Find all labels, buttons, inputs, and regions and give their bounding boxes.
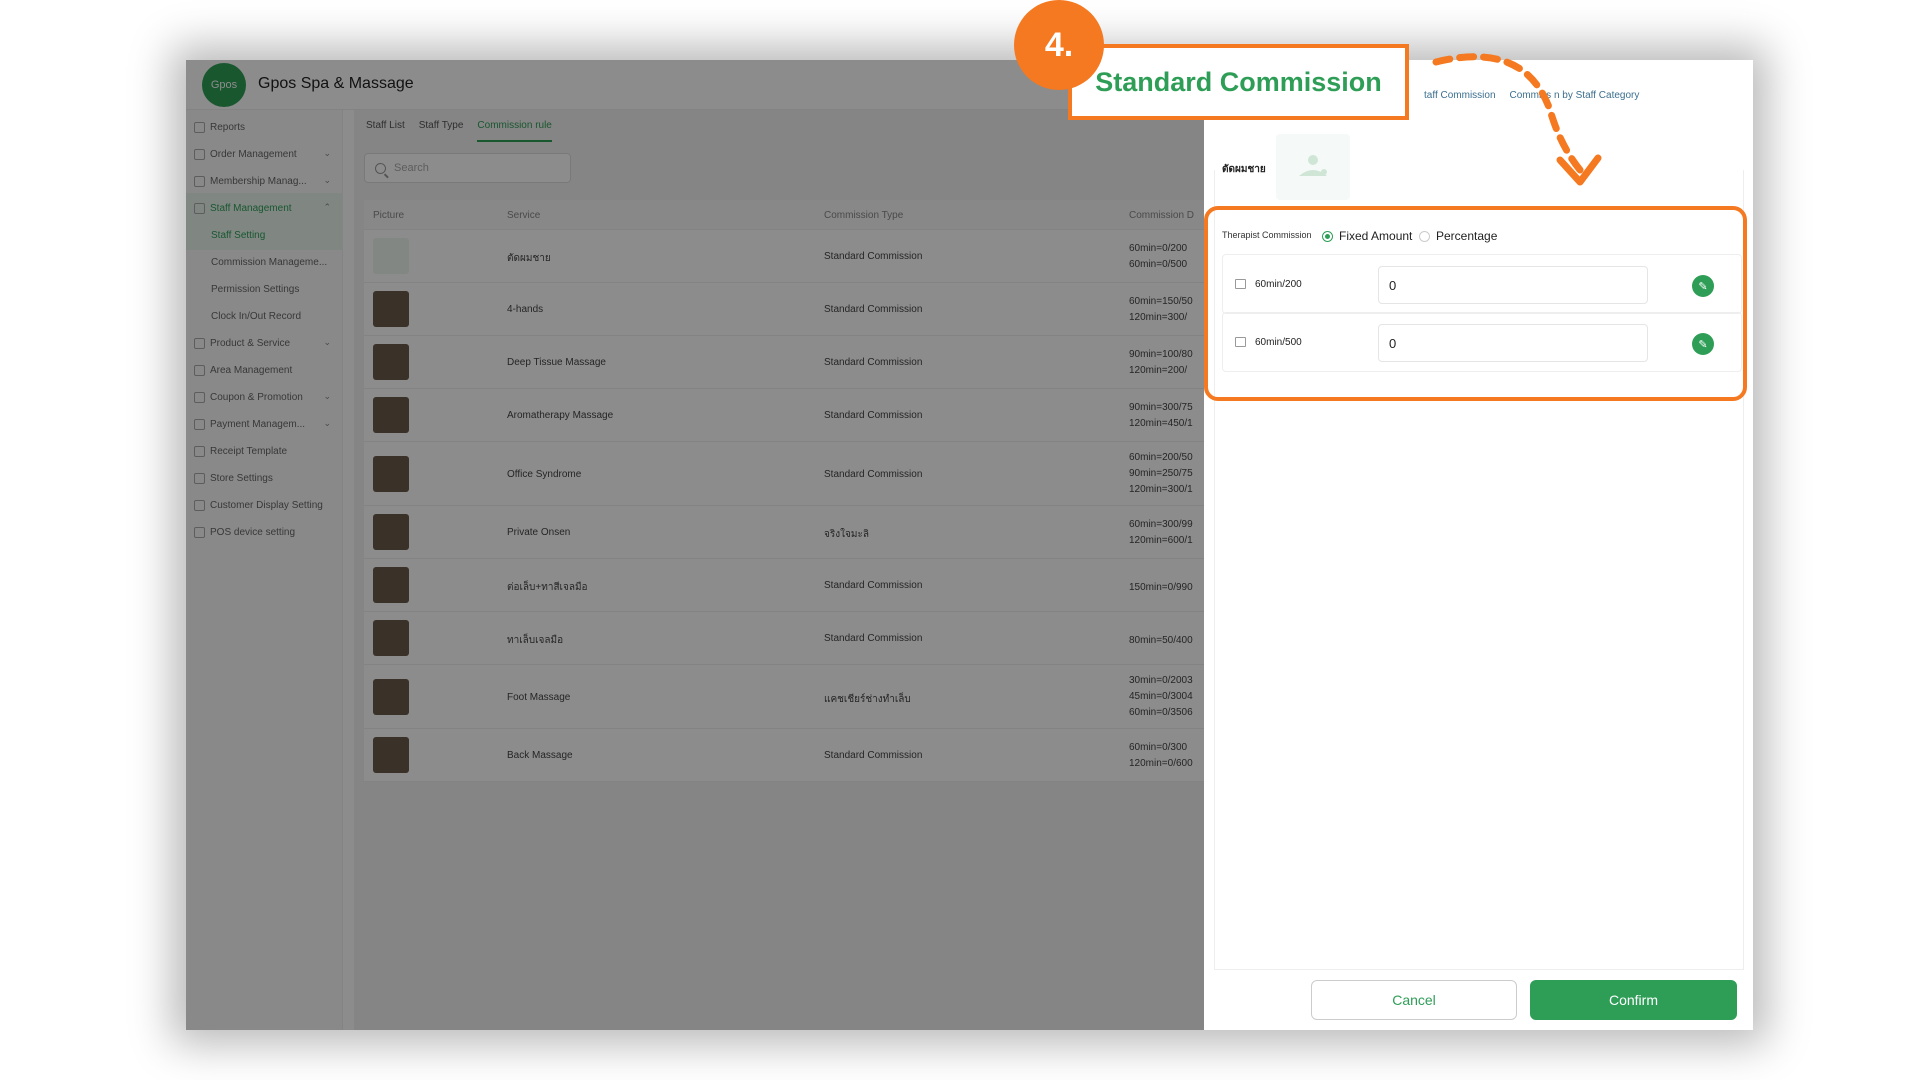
dashed-arrow-icon <box>1432 53 1602 186</box>
cancel-button[interactable]: Cancel <box>1311 980 1517 1020</box>
callout-title: Standard Commission <box>1095 66 1382 97</box>
callout-box: Standard Commission <box>1068 44 1409 120</box>
service-thumbnail <box>1276 134 1350 200</box>
confirm-button[interactable]: Confirm <box>1530 980 1737 1020</box>
screenshot-stage: Gpos Gpos Spa & Massage Reports Order Ma… <box>0 0 1920 1080</box>
highlight-frame <box>1204 206 1747 401</box>
service-title: ตัดผมชาย <box>1222 164 1266 175</box>
massage-icon <box>1299 155 1327 176</box>
step-badge: 4. <box>1014 0 1104 90</box>
